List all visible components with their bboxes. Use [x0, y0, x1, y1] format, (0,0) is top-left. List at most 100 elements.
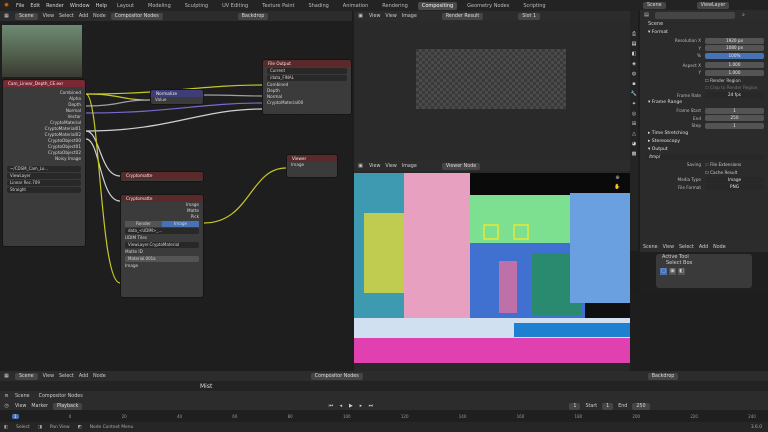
menu-file[interactable]: File [16, 3, 24, 9]
top-view-layer-selector[interactable]: ViewLayer [696, 1, 730, 9]
section-format[interactable]: ▾ Format [640, 29, 768, 37]
prop-value[interactable]: 1 [705, 107, 764, 114]
prop-aspect-x[interactable]: Aspect X 1.000 [640, 62, 768, 70]
image-editor-viewer-node[interactable]: ▣ View View Image Viewer Node ⊕ ✋ [354, 161, 630, 371]
prop-value[interactable]: 100% [705, 52, 764, 59]
end-frame-field[interactable]: 250 [632, 402, 650, 410]
prop-frame-end[interactable]: End 250 [640, 115, 768, 123]
viewer-editor-type-icon[interactable]: ▣ [357, 163, 364, 170]
timeline-icon[interactable]: ◷ [3, 403, 10, 410]
image-menu-view-2[interactable]: View [385, 14, 396, 19]
tab-uv-editing[interactable]: UV Editing [218, 2, 252, 10]
texture-icon[interactable]: ▩ [631, 151, 638, 158]
outliner-icon[interactable]: ≡ [3, 393, 10, 400]
prop-media-type[interactable]: Media Type Image [640, 176, 768, 184]
tab-texture-paint[interactable]: Texture Paint [258, 2, 298, 10]
start-frame-field[interactable]: 1 [602, 402, 614, 410]
properties-type-icon[interactable]: ▤ [643, 12, 650, 19]
normalize-node[interactable]: Normalize Value [150, 89, 204, 105]
viewer-menu-image[interactable]: Image [402, 164, 417, 169]
hand-icon[interactable]: ✋ [614, 184, 621, 191]
prop-value[interactable]: 250 [705, 115, 764, 122]
prev-key-icon[interactable]: ◂ [337, 403, 344, 410]
prop-value[interactable]: 1.000 [705, 62, 764, 69]
bottom-menu-add[interactable]: Add [79, 374, 88, 379]
menu-help[interactable]: Help [96, 3, 107, 9]
select-new-icon[interactable]: ▢ [660, 268, 667, 275]
colorspace-field[interactable]: Linear Rec.709 [7, 180, 81, 186]
physics-icon[interactable]: ◎ [631, 111, 638, 118]
active-tool-menu-scene[interactable]: Scene [643, 245, 658, 250]
prop-cache-result[interactable]: ☐ Cache Result [640, 169, 768, 177]
prop-render-region[interactable]: ☐ Render Region [640, 77, 768, 85]
view-layer-icon[interactable]: ◧ [631, 51, 638, 58]
frame-rate-dropdown[interactable]: 24 fps [705, 92, 764, 99]
prop-file-format[interactable]: File Format PNG [640, 184, 768, 192]
scene-props-icon[interactable]: ◈ [631, 61, 638, 68]
menu-render[interactable]: Render [46, 3, 64, 9]
cryptomatte-collapsed-node[interactable]: Cryptomatte [120, 171, 204, 182]
file-extensions-checkbox[interactable]: ☑ File Extensions [705, 162, 764, 167]
play-icon[interactable]: ▶ [347, 403, 354, 410]
section-time-stretching[interactable]: ▸ Time Stretching [640, 130, 768, 138]
crop-region-checkbox[interactable]: ☐ Crop to Render Region [705, 85, 764, 90]
top-scene-selector[interactable]: Scene [643, 1, 666, 9]
cryptomatte-tab-image[interactable]: Image [162, 221, 199, 227]
image-menu-image[interactable]: Image [402, 14, 417, 19]
active-tool-menu-select[interactable]: Select [679, 245, 694, 250]
file-output-format[interactable]: Current [267, 68, 347, 74]
bottom-node-tree-selector[interactable]: Compositor Nodes [310, 372, 363, 380]
alpha-mode-field[interactable]: Straight [7, 187, 81, 193]
bottom-menu-select[interactable]: Select [59, 374, 74, 379]
prop-resolution-x[interactable]: Resolution X 1920 px [640, 37, 768, 45]
constraints-icon[interactable]: ⊞ [631, 121, 638, 128]
render-region-checkbox[interactable]: ☐ Render Region [705, 78, 764, 83]
file-format-dropdown[interactable]: PNG [705, 184, 764, 191]
image-menu-view[interactable]: View [369, 14, 380, 19]
menu-edit[interactable]: Edit [30, 3, 40, 9]
viewer-image-selector[interactable]: Viewer Node [441, 162, 481, 170]
menu-window[interactable]: Window [70, 3, 90, 9]
output-props-icon[interactable]: ▤ [631, 41, 638, 48]
cryptomatte-tab-render[interactable]: Render [125, 221, 162, 227]
node-editor[interactable]: ▦ Scene View Select Add Node Compositor … [0, 11, 352, 371]
image-editor-render-result[interactable]: ▣ View View Image Render Result Slot 1 [354, 11, 630, 161]
current-frame-field[interactable]: 1 [569, 402, 581, 410]
cache-result-checkbox[interactable]: ☐ Cache Result [705, 170, 764, 175]
file-output-path[interactable]: /data_FINAL [267, 75, 347, 81]
prop-resolution-percent[interactable]: % 100% [640, 52, 768, 60]
bottom-menu-node[interactable]: Node [93, 374, 106, 379]
bottom-menu-view[interactable]: View [43, 374, 54, 379]
viewer-node[interactable]: Viewer Image [286, 154, 338, 178]
prop-output-path[interactable]: /tmp/ [640, 154, 768, 162]
tab-modeling[interactable]: Modeling [144, 2, 175, 10]
next-key-icon[interactable]: ▸ [357, 403, 364, 410]
properties-search-input[interactable] [655, 11, 735, 19]
material-icon[interactable]: ◕ [631, 141, 638, 148]
view-layer-field[interactable]: ViewLayer [7, 173, 81, 179]
cryptomatte-node[interactable]: Cryptomatte Image Matte Pick Render Imag… [120, 194, 204, 298]
bottom-scene-selector[interactable]: Scene [15, 372, 38, 380]
slot-selector[interactable]: Slot 1 [518, 12, 541, 20]
tab-shading[interactable]: Shading [304, 2, 332, 10]
active-tool-menu-view[interactable]: View [663, 245, 674, 250]
file-output-node[interactable]: File Output Current /data_FINAL Combined… [262, 59, 352, 115]
active-tool-menu-add[interactable]: Add [699, 245, 708, 250]
cryptomatte-matte-id-field[interactable]: Material.001a [125, 256, 199, 262]
zoom-icon[interactable]: ⊕ [614, 175, 621, 182]
prop-value[interactable]: 1920 px [705, 37, 764, 44]
particles-icon[interactable]: ✦ [631, 101, 638, 108]
viewer-menu-view[interactable]: View [369, 164, 380, 169]
image-selector[interactable]: Render Result [441, 12, 484, 20]
data-props-icon[interactable]: △ [631, 131, 638, 138]
bottom-editor-type-icon[interactable]: ▦ [3, 373, 10, 380]
prop-value[interactable]: 1 [705, 122, 764, 129]
object-props-icon[interactable]: ▪ [631, 81, 638, 88]
tab-scripting[interactable]: Scripting [519, 2, 549, 10]
timeline-menu-view[interactable]: View [15, 404, 26, 409]
section-frame-range[interactable]: ▾ Frame Range [640, 99, 768, 107]
cryptomatte-layer-field[interactable]: ViewLayer.CryptoMaterial [125, 242, 199, 248]
image-file-field[interactable]: ~/CDSM_Cam_Lo... [7, 166, 81, 172]
prop-crop-region[interactable]: ☐ Crop to Render Region [640, 84, 768, 92]
timeline-menu-playback[interactable]: Playback [52, 402, 83, 410]
